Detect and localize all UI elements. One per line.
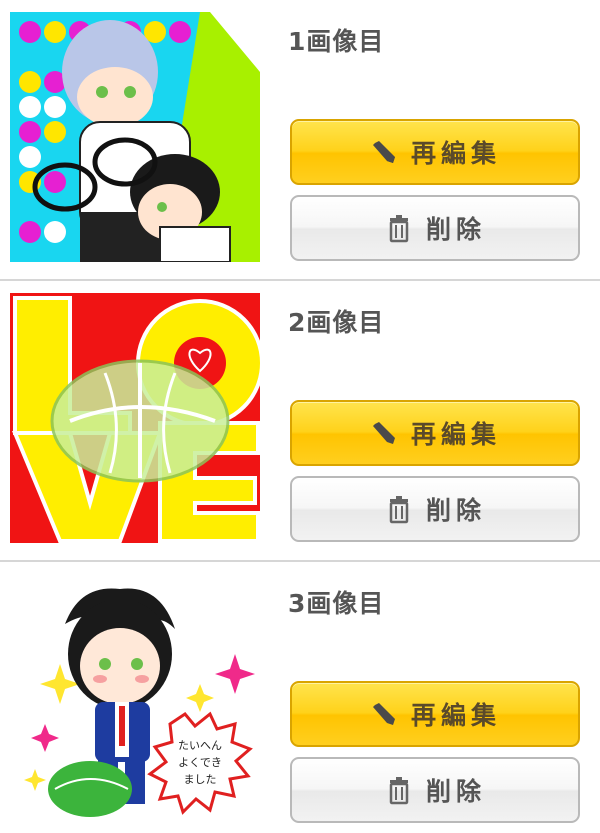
svg-text:ました: ました bbox=[184, 773, 217, 786]
item-title: 3画像目 bbox=[288, 589, 385, 618]
svg-text:たいへん: たいへん bbox=[178, 739, 222, 752]
delete-label: 削除 bbox=[425, 215, 486, 244]
re-edit-label: 再編集 bbox=[410, 139, 501, 168]
trash-icon bbox=[384, 494, 414, 524]
pencil-icon bbox=[369, 699, 399, 729]
thumbnail-image-1[interactable] bbox=[10, 12, 260, 262]
anime-boys-illustration bbox=[10, 12, 260, 262]
list-item: 1画像目 再編集 削除 bbox=[0, 0, 600, 281]
list-item: 2画像目 再編集 削除 bbox=[0, 281, 600, 562]
trash-icon bbox=[384, 213, 414, 243]
item-title: 2画像目 bbox=[288, 308, 385, 337]
trash-icon bbox=[384, 775, 414, 805]
item-title: 1画像目 bbox=[288, 27, 385, 56]
re-edit-button[interactable]: 再編集 bbox=[290, 119, 580, 185]
pencil-icon bbox=[369, 137, 399, 167]
delete-button[interactable]: 削除 bbox=[290, 195, 580, 261]
thumbnail-image-3[interactable]: たいへん よくでき ました bbox=[10, 574, 260, 824]
list-item: たいへん よくでき ました 3画像目 再編集 削除 bbox=[0, 562, 600, 833]
delete-label: 削除 bbox=[425, 496, 486, 525]
delete-button[interactable]: 削除 bbox=[290, 476, 580, 542]
delete-button[interactable]: 削除 bbox=[290, 757, 580, 823]
re-edit-button[interactable]: 再編集 bbox=[290, 400, 580, 466]
pencil-icon bbox=[369, 418, 399, 448]
re-edit-button[interactable]: 再編集 bbox=[290, 681, 580, 747]
image-list: 1画像目 再編集 削除 2画像目 再編集 削除 たいへん よくでき ました 3画… bbox=[0, 0, 600, 833]
re-edit-label: 再編集 bbox=[410, 420, 501, 449]
svg-text:よくでき: よくでき bbox=[178, 756, 222, 769]
chibi-character-illustration: たいへん よくでき ました bbox=[10, 574, 260, 824]
re-edit-label: 再編集 bbox=[410, 701, 501, 730]
delete-label: 削除 bbox=[425, 777, 486, 806]
thumbnail-image-2[interactable] bbox=[10, 293, 260, 543]
love-cabbage-illustration bbox=[10, 293, 260, 543]
